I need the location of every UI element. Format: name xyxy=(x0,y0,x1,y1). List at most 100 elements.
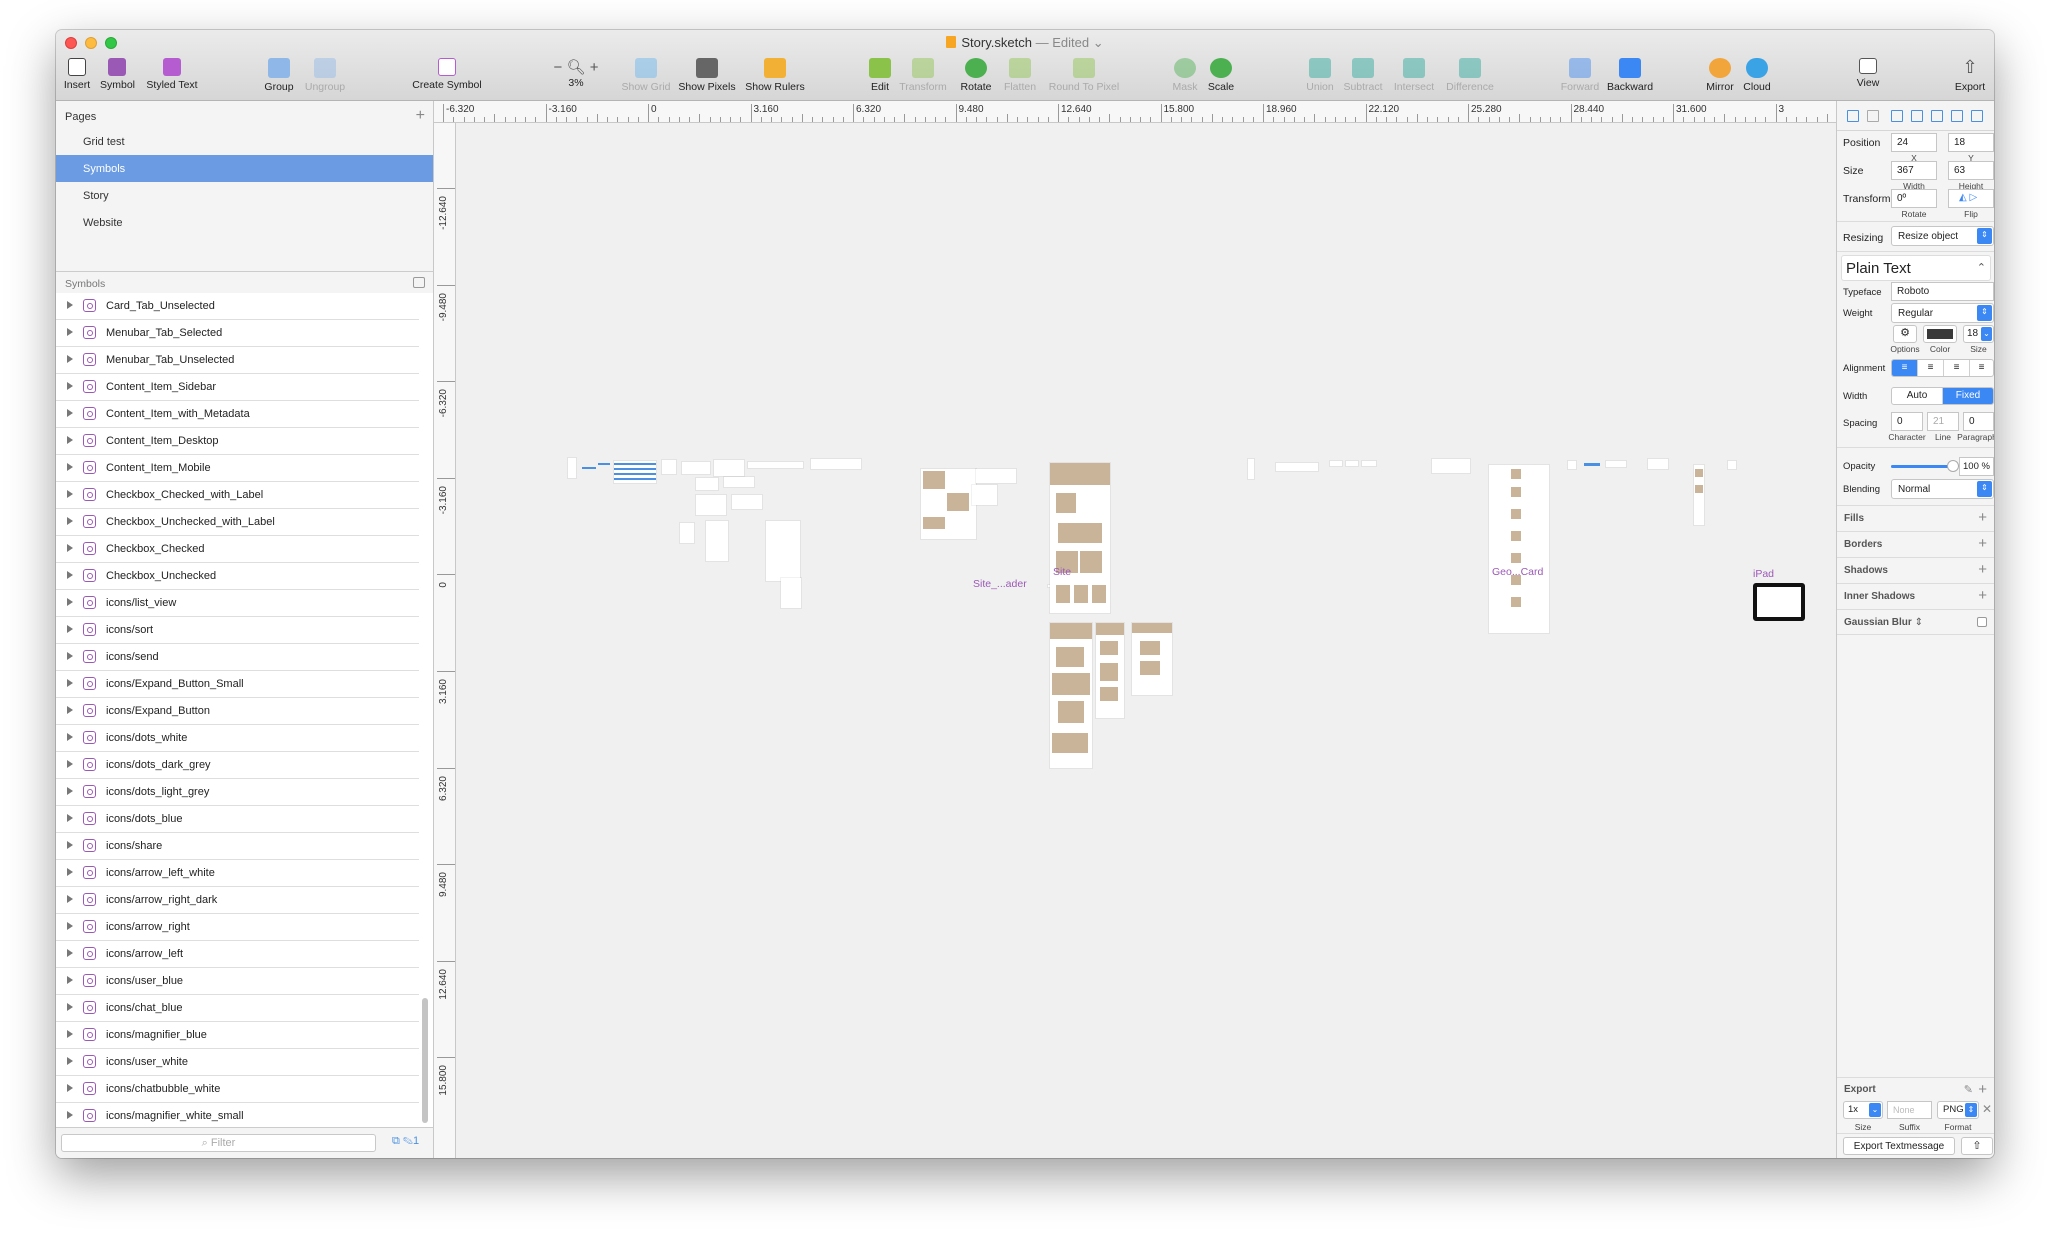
symbol-button[interactable]: Symbol xyxy=(100,56,135,100)
align-right-icon[interactable] xyxy=(1931,110,1943,122)
disclosure-triangle-icon[interactable] xyxy=(67,625,73,633)
layer-row[interactable]: icons/Expand_Button xyxy=(56,698,419,725)
disclosure-triangle-icon[interactable] xyxy=(67,328,73,336)
layer-row[interactable]: icons/dots_light_grey xyxy=(56,779,419,806)
align-text-center-icon[interactable]: ≡ xyxy=(1918,360,1944,376)
artboard-label-site[interactable]: Site xyxy=(1053,566,1071,578)
align-left-edge-icon[interactable] xyxy=(1891,110,1903,122)
layer-row[interactable]: Menubar_Tab_Unselected xyxy=(56,347,419,374)
align-text-right-icon[interactable]: ≡ xyxy=(1944,360,1970,376)
disclosure-triangle-icon[interactable] xyxy=(67,544,73,552)
page-item-story[interactable]: Story xyxy=(56,182,433,209)
artboard[interactable] xyxy=(1694,465,1704,525)
artboard[interactable] xyxy=(1132,623,1172,695)
artboard[interactable] xyxy=(1568,461,1576,469)
layer-row[interactable]: icons/share xyxy=(56,833,419,860)
artboard[interactable] xyxy=(1606,461,1626,467)
export-scale-select[interactable]: 1x ⌄ xyxy=(1843,1101,1883,1119)
artboard[interactable] xyxy=(1346,461,1358,466)
filter-input[interactable]: ⌕ Filter xyxy=(61,1134,376,1152)
disclosure-triangle-icon[interactable] xyxy=(67,976,73,984)
artboard[interactable] xyxy=(696,495,726,515)
flatten-button[interactable]: Flatten xyxy=(1000,56,1040,100)
layer-row[interactable]: Content_Item_Sidebar xyxy=(56,374,419,401)
export-toolbar-button[interactable]: ⇧ Export xyxy=(1952,56,1988,100)
layer-row[interactable]: icons/list_view xyxy=(56,590,419,617)
layer-row[interactable]: icons/arrow_right_dark xyxy=(56,887,419,914)
layer-row[interactable]: Checkbox_Checked xyxy=(56,536,419,563)
collapse-icon[interactable] xyxy=(413,277,425,288)
layer-row[interactable]: icons/user_blue xyxy=(56,968,419,995)
layer-list-scrollbar[interactable] xyxy=(422,998,428,1123)
artboard[interactable] xyxy=(1584,463,1600,466)
layer-row[interactable]: icons/arrow_right xyxy=(56,914,419,941)
page-item-symbols[interactable]: Symbols xyxy=(56,155,433,182)
artboard[interactable] xyxy=(1432,459,1470,473)
layer-row[interactable]: Content_Item_with_Metadata xyxy=(56,401,419,428)
layer-row[interactable]: icons/chatbubble_white xyxy=(56,1076,419,1103)
artboard-site[interactable] xyxy=(1050,463,1110,613)
layer-row[interactable]: icons/sort xyxy=(56,617,419,644)
export-suffix-field[interactable]: None xyxy=(1887,1101,1932,1119)
disclosure-triangle-icon[interactable] xyxy=(67,571,73,579)
disclosure-triangle-icon[interactable] xyxy=(67,922,73,930)
backward-button[interactable]: Backward xyxy=(1604,56,1656,100)
show-grid-button[interactable]: Show Grid xyxy=(620,56,672,100)
artboard[interactable] xyxy=(748,462,803,468)
artboard-site-header[interactable] xyxy=(921,469,976,539)
disclosure-triangle-icon[interactable] xyxy=(67,1030,73,1038)
position-y-field[interactable]: 18 xyxy=(1948,133,1994,152)
flip-vertical-icon[interactable]: ◭ xyxy=(1959,192,1967,203)
page-item-website[interactable]: Website xyxy=(56,209,433,236)
font-size-field[interactable]: 18 ⌄ xyxy=(1963,325,1994,343)
align-left-icon[interactable] xyxy=(1847,110,1859,122)
export-button[interactable]: Export Textmessage xyxy=(1843,1137,1955,1155)
character-spacing-field[interactable]: 0 xyxy=(1891,412,1923,431)
artboard-label-ipad[interactable]: iPad xyxy=(1753,568,1774,580)
weight-select[interactable]: Regular ⇕ xyxy=(1891,303,1994,323)
difference-button[interactable]: Difference xyxy=(1442,56,1498,100)
text-options-button[interactable]: ⚙ xyxy=(1893,325,1917,343)
disclosure-triangle-icon[interactable] xyxy=(67,409,73,417)
disclosure-triangle-icon[interactable] xyxy=(67,787,73,795)
layer-row[interactable]: Menubar_Tab_Selected xyxy=(56,320,419,347)
scale-button[interactable]: Scale xyxy=(1206,56,1236,100)
layer-row[interactable]: icons/chat_blue xyxy=(56,995,419,1022)
layer-row[interactable]: icons/dots_white xyxy=(56,725,419,752)
fills-section[interactable]: Fills + xyxy=(1837,505,1994,531)
artboard[interactable] xyxy=(1276,463,1318,471)
disclosure-triangle-icon[interactable] xyxy=(67,841,73,849)
gaussian-blur-section[interactable]: Gaussian Blur ⇕ xyxy=(1837,609,1994,635)
layer-row[interactable]: Checkbox_Unchecked xyxy=(56,563,419,590)
resizing-select[interactable]: Resize object ⇕ xyxy=(1891,226,1994,246)
add-shadow-button[interactable]: + xyxy=(1978,561,1987,578)
artboard[interactable] xyxy=(1728,461,1736,469)
artboard[interactable] xyxy=(732,495,762,509)
artboard[interactable] xyxy=(598,463,610,465)
shadows-section[interactable]: Shadows + xyxy=(1837,557,1994,583)
page-item-grid-test[interactable]: Grid test xyxy=(56,128,433,155)
typeface-field[interactable]: Roboto xyxy=(1891,282,1994,301)
layer-row[interactable]: Card_Tab_Unselected xyxy=(56,293,419,320)
filter-options[interactable]: ⧉ ✎1 xyxy=(392,1135,419,1148)
layer-row[interactable]: icons/magnifier_white_small xyxy=(56,1103,419,1127)
layer-row[interactable]: Content_Item_Mobile xyxy=(56,455,419,482)
width-mode-control[interactable]: Auto Fixed xyxy=(1891,387,1994,405)
disclosure-triangle-icon[interactable] xyxy=(67,949,73,957)
disclosure-triangle-icon[interactable] xyxy=(67,652,73,660)
add-border-button[interactable]: + xyxy=(1978,535,1987,552)
artboard[interactable] xyxy=(706,521,728,561)
zoom-out-button[interactable]: − xyxy=(554,59,563,76)
align-middle-icon[interactable] xyxy=(1971,110,1983,122)
layer-row[interactable]: icons/send xyxy=(56,644,419,671)
cloud-button[interactable]: Cloud xyxy=(1740,56,1774,100)
position-x-field[interactable]: 24 xyxy=(1891,133,1937,152)
disclosure-triangle-icon[interactable] xyxy=(67,760,73,768)
artboard[interactable] xyxy=(662,460,676,474)
flip-horizontal-icon[interactable]: ▷ xyxy=(1969,192,1977,203)
disclosure-triangle-icon[interactable] xyxy=(67,355,73,363)
artboard[interactable] xyxy=(724,477,754,487)
union-button[interactable]: Union xyxy=(1304,56,1336,100)
width-fixed-option[interactable]: Fixed xyxy=(1943,388,1993,404)
disclosure-triangle-icon[interactable] xyxy=(67,868,73,876)
